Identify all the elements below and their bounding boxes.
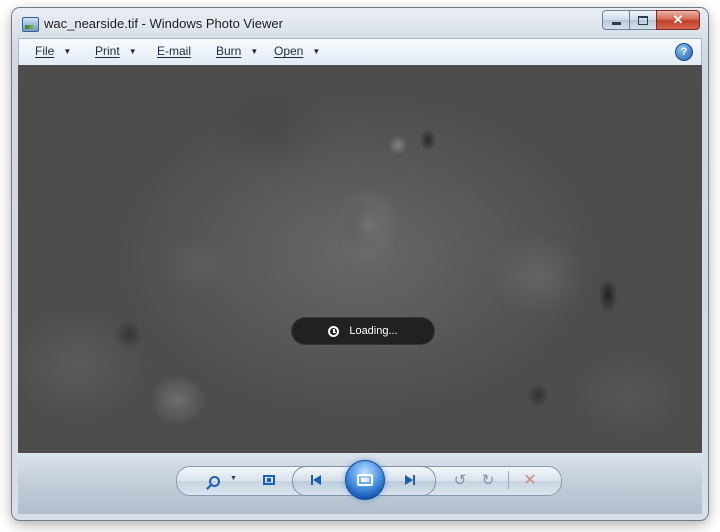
- chevron-down-icon: ▼: [128, 46, 137, 56]
- rotate-counterclockwise-icon[interactable]: ↺: [452, 472, 468, 489]
- menu-file-label: File: [35, 44, 55, 58]
- zoom-icon[interactable]: [204, 472, 224, 490]
- menu-email-label: E-mail: [157, 44, 192, 58]
- maximize-button[interactable]: [629, 10, 657, 30]
- next-arrow-icon: [405, 475, 413, 485]
- previous-arrow-icon: [313, 475, 321, 485]
- rotate-clockwise-icon[interactable]: ↻: [480, 472, 496, 489]
- maximize-icon: [638, 15, 648, 25]
- help-icon[interactable]: ?: [675, 43, 693, 61]
- delete-icon[interactable]: ✕: [522, 472, 538, 489]
- menu-burn[interactable]: Burn ▼: [216, 44, 258, 58]
- loading-text: Loading...: [349, 325, 398, 337]
- bottom-toolbar: ▼ ↺ ↻ ✕: [18, 453, 702, 514]
- menu-file[interactable]: File ▼: [35, 44, 71, 58]
- photo-viewer-window: wac_nearside.tif - Windows Photo Viewer …: [12, 8, 708, 520]
- menu-print-label: Print: [95, 44, 120, 58]
- slideshow-button[interactable]: [345, 460, 385, 500]
- menu-print[interactable]: Print ▼: [95, 44, 137, 58]
- chevron-down-icon: ▼: [312, 46, 321, 56]
- command-bar: File ▼ Print ▼ E-mail Burn ▼ Open ▼ ?: [18, 38, 702, 66]
- menu-open[interactable]: Open ▼: [274, 44, 320, 58]
- chevron-down-icon: ▼: [63, 46, 72, 56]
- next-icon[interactable]: [402, 473, 418, 487]
- minimize-button[interactable]: [602, 10, 630, 30]
- minimize-icon: [611, 21, 621, 25]
- title-bar[interactable]: wac_nearside.tif - Windows Photo Viewer …: [12, 8, 708, 38]
- toolbar-separator: [508, 471, 509, 489]
- previous-icon[interactable]: [308, 473, 324, 487]
- chevron-down-icon: ▼: [250, 46, 259, 56]
- fit-window-frame-icon: [263, 475, 275, 485]
- zoom-dropdown-chevron-icon[interactable]: ▼: [230, 475, 237, 482]
- menu-burn-label: Burn: [216, 44, 242, 58]
- close-button[interactable]: ✕: [656, 10, 700, 30]
- image-viewport[interactable]: Loading...: [18, 65, 702, 453]
- loading-indicator: Loading...: [292, 318, 434, 344]
- window-controls: ✕: [602, 10, 700, 30]
- lunar-surface-image: [18, 65, 702, 453]
- next-bar-icon: [413, 475, 415, 485]
- actual-size-icon[interactable]: [260, 472, 278, 488]
- photo-viewer-app-icon[interactable]: [22, 17, 39, 32]
- menu-email[interactable]: E-mail: [157, 44, 191, 58]
- window-title: wac_nearside.tif - Windows Photo Viewer: [44, 16, 283, 31]
- close-icon: ✕: [672, 12, 684, 27]
- magnifier-icon: [208, 475, 220, 487]
- menu-open-label: Open: [274, 44, 304, 58]
- slideshow-icon: [357, 474, 373, 486]
- clock-icon: [328, 325, 340, 337]
